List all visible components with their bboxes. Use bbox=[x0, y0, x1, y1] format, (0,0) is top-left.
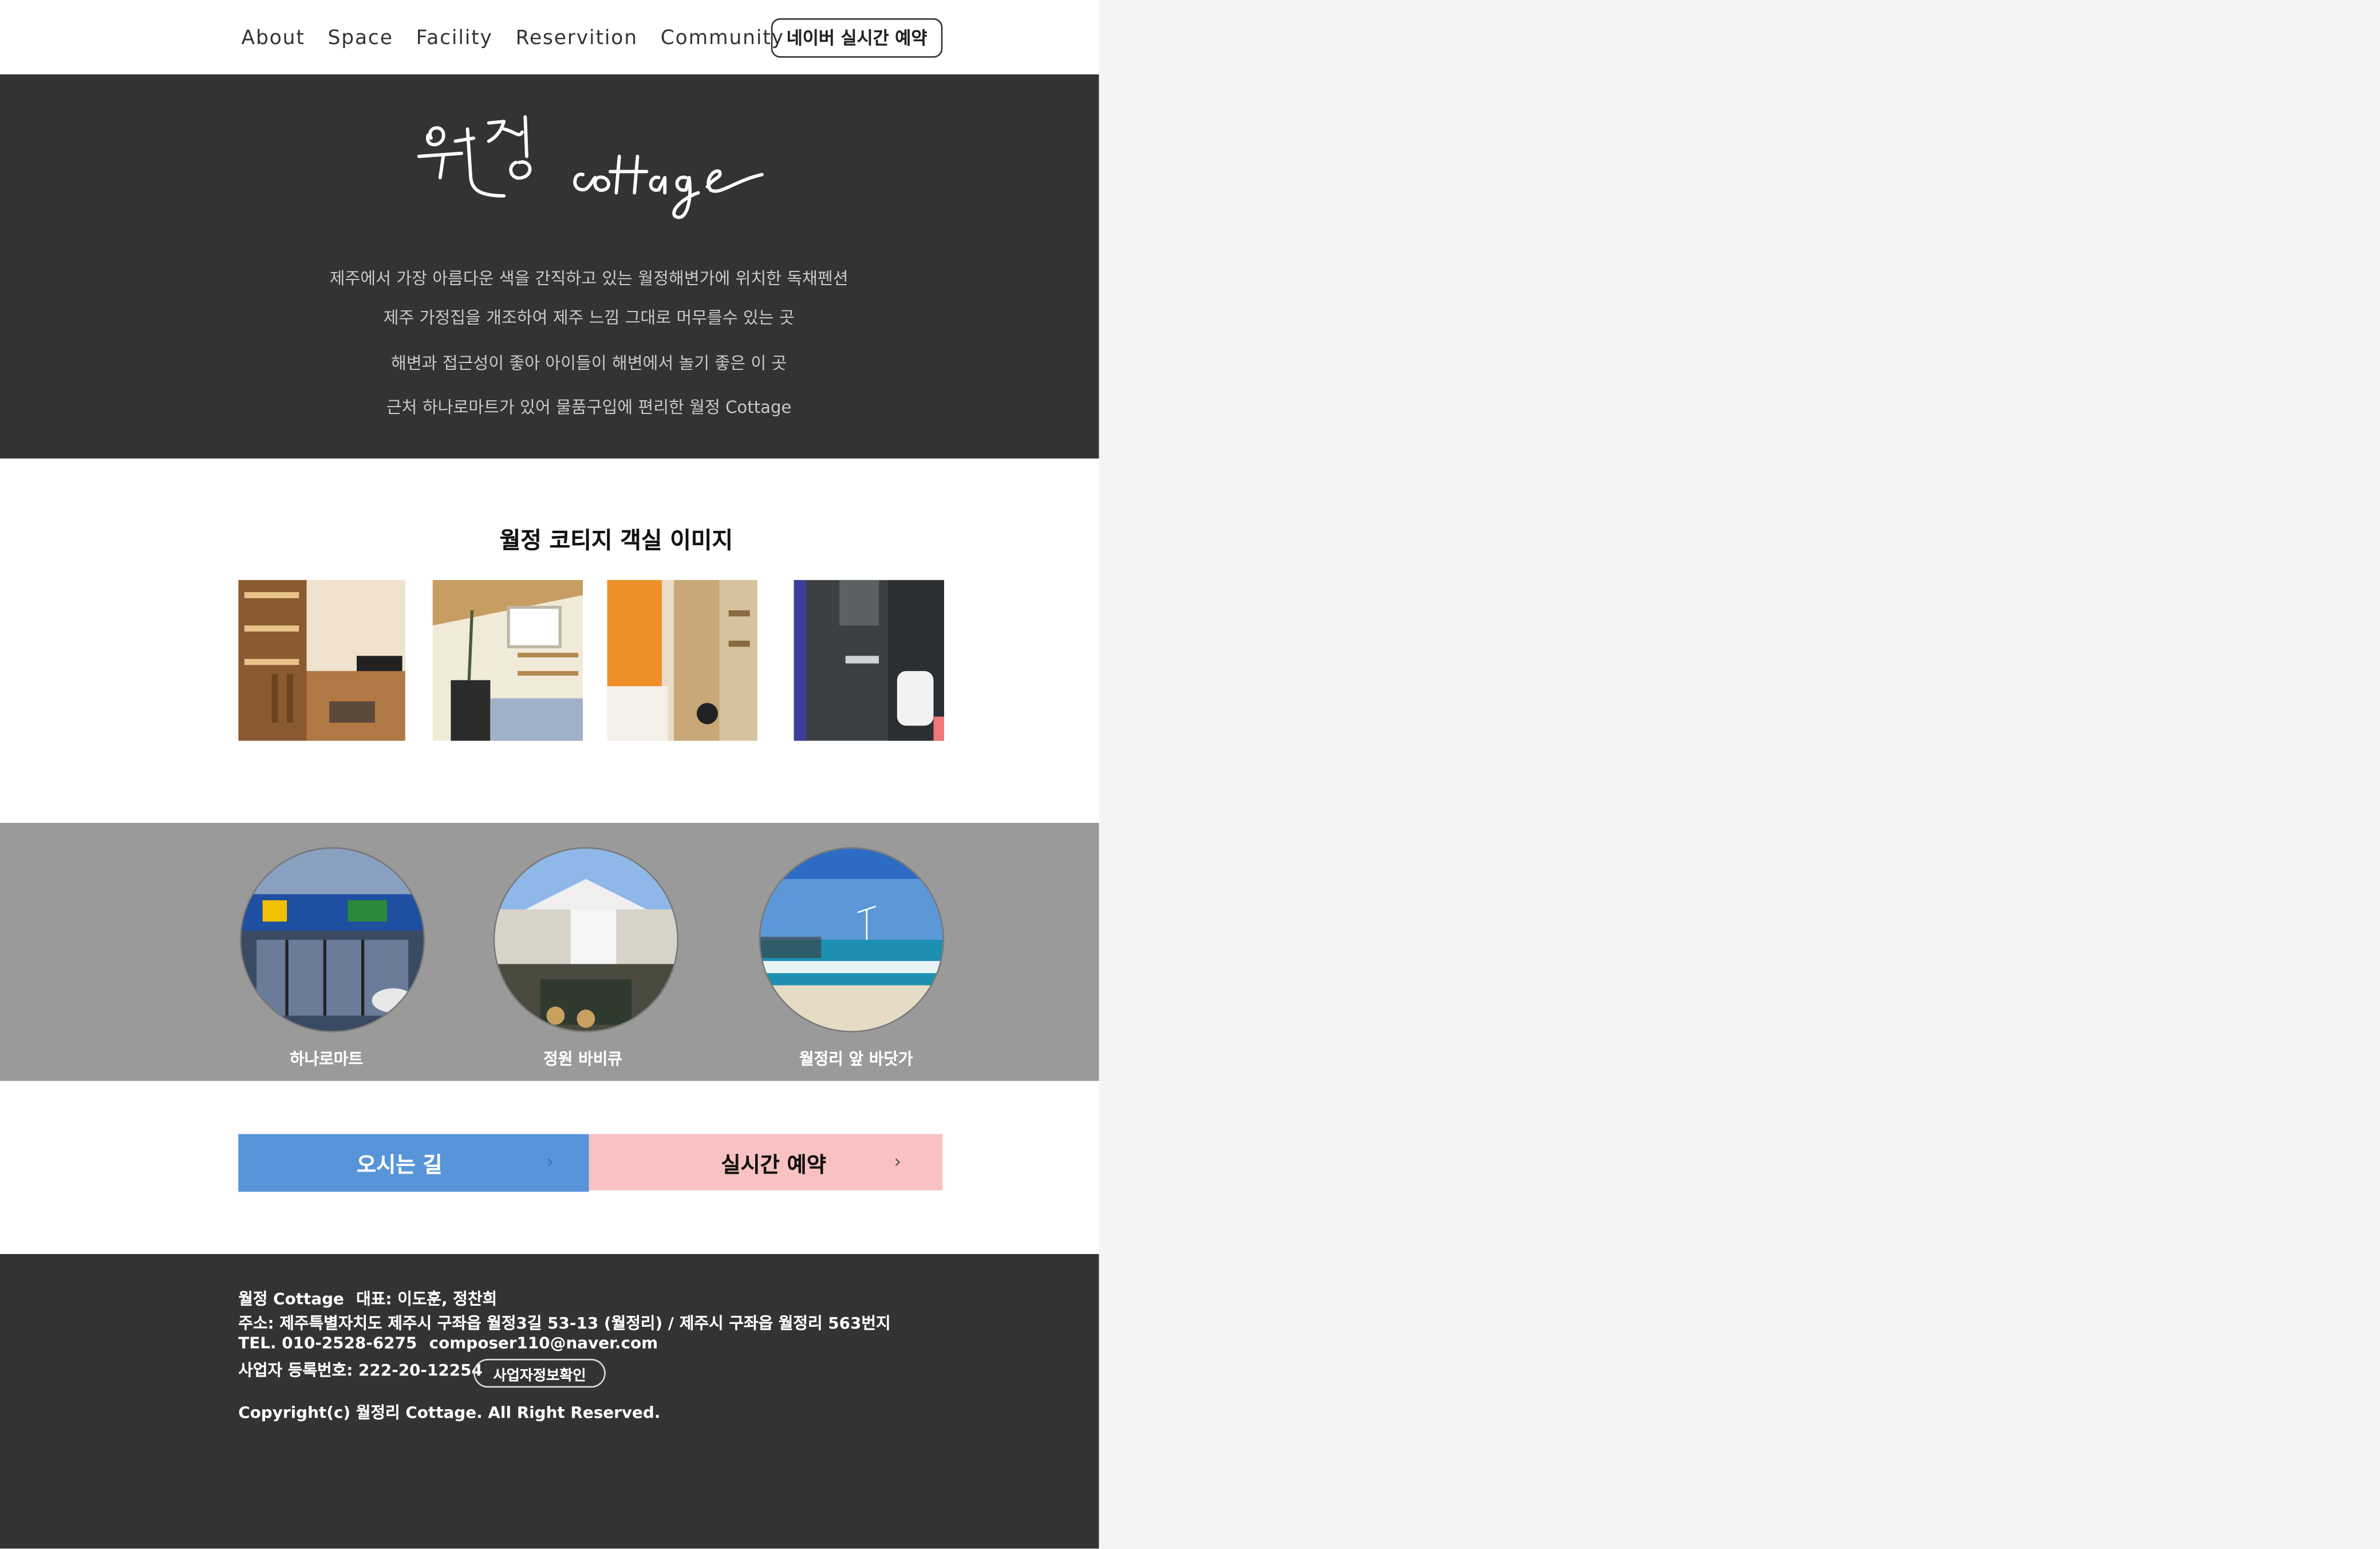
footer-ceo: 대표: 이도훈, 정찬희 bbox=[356, 1290, 498, 1309]
cottage-logo bbox=[417, 115, 764, 219]
footer-copyright: Copyright(c) 월정리 Cottage. All Right Rese… bbox=[238, 1404, 661, 1423]
footer: 월정 Cottage 대표: 이도훈, 정찬희 주소: 제주특별자치도 제주시 구… bbox=[0, 1254, 1099, 1549]
footer-address: 주소: 제주특별자치도 제주시 구좌읍 월정3길 53-13 (월정리) / 제… bbox=[238, 1314, 891, 1333]
room-photo-living[interactable] bbox=[238, 580, 405, 741]
footer-contact-line: TEL. 010-2528-6275 composer110@naver.com bbox=[238, 1334, 658, 1353]
footer-business-line: 월정 Cottage 대표: 이도훈, 정찬희 bbox=[238, 1287, 497, 1310]
directions-label: 오시는 길 bbox=[357, 1153, 443, 1178]
business-info-button[interactable]: 사업자정보확인 bbox=[473, 1358, 606, 1388]
footer-biz-number: 사업자 등록번호: 222-20-12254 bbox=[238, 1362, 483, 1380]
nav-reservation[interactable]: Reservition bbox=[516, 27, 638, 50]
footer-email[interactable]: composer110@naver.com bbox=[429, 1334, 658, 1353]
room-photo-kitchen[interactable] bbox=[607, 580, 757, 741]
reservation-label: 실시간 예약 bbox=[721, 1153, 826, 1178]
attraction-bbq-label: 정원 바비큐 bbox=[543, 1050, 622, 1069]
page: About Space Facility Reservition Communi… bbox=[0, 0, 2380, 1549]
attraction-bbq-image[interactable] bbox=[493, 847, 679, 1032]
room-photo-bedroom[interactable] bbox=[432, 580, 583, 741]
rooms-title: 월정 코티지 객실 이미지 bbox=[499, 526, 733, 554]
hero-section: 제주에서 가장 아름다운 색을 간직하고 있는 월정해변가에 위치한 독채펜션 … bbox=[0, 74, 1099, 459]
intro-line-1: 제주에서 가장 아름다운 색을 간직하고 있는 월정해변가에 위치한 독채펜션 bbox=[329, 269, 848, 289]
attractions-band: 하나로마트 정원 바비큐 월정리 앞 바닷가 bbox=[0, 822, 1099, 1081]
site-container: About Space Facility Reservition Communi… bbox=[0, 0, 1099, 1549]
footer-company-name: 월정 Cottage bbox=[238, 1290, 344, 1309]
main-nav: About Space Facility Reservition Communi… bbox=[242, 27, 807, 50]
intro-line-3: 해변과 접근성이 좋아 아이들이 해변에서 놀기 좋은 이 곳 bbox=[391, 353, 787, 374]
naver-reservation-button[interactable]: 네이버 실시간 예약 bbox=[771, 18, 943, 58]
room-photo-bathroom[interactable] bbox=[794, 580, 945, 741]
nav-space[interactable]: Space bbox=[327, 27, 393, 50]
nav-facility[interactable]: Facility bbox=[416, 27, 493, 50]
chevron-right-icon: › bbox=[894, 1150, 902, 1172]
attraction-hanaro-label: 하나로마트 bbox=[289, 1050, 364, 1069]
nav-about[interactable]: About bbox=[242, 27, 305, 50]
nav-community[interactable]: Community bbox=[661, 27, 784, 50]
page-background bbox=[1099, 0, 2380, 1549]
realtime-reservation-button[interactable]: 실시간 예약 › bbox=[589, 1134, 943, 1191]
chevron-right-icon: › bbox=[546, 1150, 554, 1172]
intro-line-4: 근처 하나로마트가 있어 물품구입에 편리한 월정 Cottage bbox=[386, 397, 792, 418]
attraction-beach-label: 월정리 앞 바닷가 bbox=[799, 1050, 913, 1069]
directions-button[interactable]: 오시는 길 › bbox=[238, 1134, 589, 1192]
intro-line-2: 제주 가정집을 개조하여 제주 느낌 그대로 머무를수 있는 곳 bbox=[383, 308, 795, 328]
attraction-hanaro-image[interactable] bbox=[239, 847, 425, 1032]
footer-tel: TEL. 010-2528-6275 bbox=[238, 1334, 417, 1353]
attraction-beach-image[interactable] bbox=[759, 847, 945, 1032]
header: About Space Facility Reservition Communi… bbox=[0, 0, 1099, 74]
